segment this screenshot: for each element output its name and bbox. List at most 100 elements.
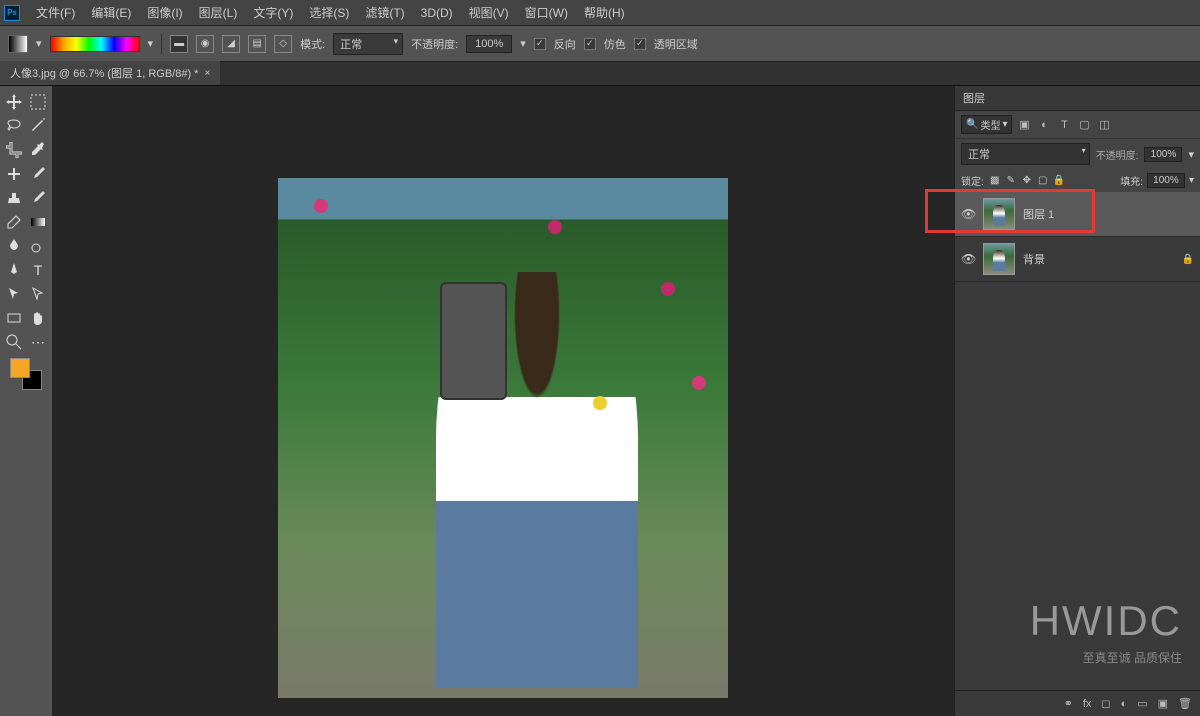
layer-thumbnail[interactable] bbox=[983, 243, 1015, 275]
chevron-down-icon[interactable]: ▾ bbox=[1189, 175, 1194, 186]
layer-opacity-input[interactable]: 100% bbox=[1144, 147, 1182, 162]
healing-brush-tool[interactable] bbox=[2, 162, 26, 186]
chevron-down-icon[interactable]: ▾ bbox=[1188, 148, 1194, 161]
gradient-tool-icon[interactable] bbox=[8, 35, 28, 53]
menu-type[interactable]: 文字(Y) bbox=[245, 4, 301, 21]
layer-thumbnail[interactable] bbox=[983, 198, 1015, 230]
edit-toolbar[interactable]: ⋯ bbox=[26, 330, 50, 354]
canvas-content bbox=[692, 376, 706, 390]
type-tool[interactable]: T bbox=[26, 258, 50, 282]
menu-window[interactable]: 窗口(W) bbox=[517, 4, 576, 21]
radial-gradient-icon[interactable]: ◉ bbox=[196, 35, 214, 53]
color-swatches[interactable] bbox=[10, 358, 42, 390]
marquee-tool[interactable] bbox=[26, 90, 50, 114]
menu-layer[interactable]: 图层(L) bbox=[191, 4, 246, 21]
dither-checkbox[interactable]: ✓ bbox=[584, 38, 596, 50]
menu-edit[interactable]: 编辑(E) bbox=[83, 4, 139, 21]
eraser-tool[interactable] bbox=[2, 210, 26, 234]
lasso-tool[interactable] bbox=[2, 114, 26, 138]
hand-tool[interactable] bbox=[26, 306, 50, 330]
lock-label: 锁定: bbox=[961, 173, 984, 188]
eyedropper-tool[interactable] bbox=[26, 138, 50, 162]
angle-gradient-icon[interactable]: ◢ bbox=[222, 35, 240, 53]
document-canvas[interactable] bbox=[278, 178, 728, 698]
lock-transparent-icon[interactable]: ▩ bbox=[988, 174, 1002, 188]
blend-mode-dropdown[interactable]: 正常 bbox=[333, 33, 403, 55]
canvas-content bbox=[661, 282, 675, 296]
add-mask-icon[interactable]: ◻ bbox=[1101, 697, 1110, 710]
opacity-input[interactable]: 100% bbox=[466, 35, 512, 53]
magic-wand-tool[interactable] bbox=[26, 114, 50, 138]
lock-artboard-icon[interactable]: ▢ bbox=[1036, 174, 1050, 188]
history-brush-tool[interactable] bbox=[26, 186, 50, 210]
transparency-label: 透明区域 bbox=[654, 36, 698, 52]
visibility-toggle[interactable]: 👁 bbox=[961, 252, 975, 266]
gradient-editor[interactable] bbox=[50, 36, 140, 52]
rectangle-tool[interactable] bbox=[2, 306, 26, 330]
direct-selection-tool[interactable] bbox=[26, 282, 50, 306]
new-adjustment-icon[interactable]: ◐ bbox=[1121, 698, 1128, 710]
foreground-color[interactable] bbox=[10, 358, 30, 378]
crop-tool[interactable] bbox=[2, 138, 26, 162]
lock-all-icon[interactable]: 🔒 bbox=[1052, 174, 1066, 188]
layer-name[interactable]: 图层 1 bbox=[1023, 206, 1194, 222]
menu-file[interactable]: 文件(F) bbox=[28, 4, 83, 21]
blur-tool[interactable] bbox=[2, 234, 26, 258]
clone-stamp-tool[interactable] bbox=[2, 186, 26, 210]
layers-panel-tab[interactable]: 图层 bbox=[955, 86, 1200, 111]
gradient-tool[interactable] bbox=[26, 210, 50, 234]
menu-help[interactable]: 帮助(H) bbox=[576, 4, 633, 21]
pen-tool[interactable] bbox=[2, 258, 26, 282]
layer-item[interactable]: 👁 图层 1 bbox=[955, 192, 1200, 237]
search-icon: 🔍 bbox=[966, 119, 978, 130]
menu-select[interactable]: 选择(S) bbox=[301, 4, 357, 21]
filter-type-icon[interactable]: T bbox=[1056, 117, 1072, 133]
filter-shape-icon[interactable]: ▢ bbox=[1076, 117, 1092, 133]
reverse-checkbox[interactable]: ✓ bbox=[534, 38, 546, 50]
chevron-down-icon[interactable]: ▾ bbox=[148, 37, 154, 50]
filter-adjust-icon[interactable]: ◐ bbox=[1036, 117, 1052, 133]
reflected-gradient-icon[interactable]: ▤ bbox=[248, 35, 266, 53]
mode-label: 模式: bbox=[300, 36, 325, 52]
menu-bar: Ps 文件(F) 编辑(E) 图像(I) 图层(L) 文字(Y) 选择(S) 滤… bbox=[0, 0, 1200, 26]
lock-pixels-icon[interactable]: ✎ bbox=[1004, 174, 1018, 188]
layer-blend-mode-dropdown[interactable]: 正常 bbox=[961, 143, 1090, 165]
new-layer-icon[interactable]: ▣ bbox=[1158, 697, 1168, 710]
fill-input[interactable]: 100% bbox=[1147, 173, 1185, 188]
document-tab[interactable]: 人像3.jpg @ 66.7% (图层 1, RGB/8#) * × bbox=[0, 60, 220, 85]
transparency-checkbox[interactable]: ✓ bbox=[634, 38, 646, 50]
layer-opacity-label: 不透明度: bbox=[1096, 147, 1139, 162]
menu-image[interactable]: 图像(I) bbox=[139, 4, 190, 21]
app-icon: Ps bbox=[4, 5, 20, 21]
canvas-content bbox=[593, 396, 607, 410]
opacity-label: 不透明度: bbox=[411, 36, 458, 52]
chevron-down-icon[interactable]: ▾ bbox=[520, 37, 526, 50]
filter-smart-icon[interactable]: ◫ bbox=[1096, 117, 1112, 133]
path-selection-tool[interactable] bbox=[2, 282, 26, 306]
dither-label: 仿色 bbox=[604, 36, 626, 52]
linear-gradient-icon[interactable]: ▬ bbox=[170, 35, 188, 53]
menu-3d[interactable]: 3D(D) bbox=[413, 6, 461, 20]
new-group-icon[interactable]: ▭ bbox=[1137, 697, 1147, 710]
canvas-area[interactable] bbox=[52, 86, 954, 716]
close-icon[interactable]: × bbox=[204, 68, 210, 79]
layer-fx-icon[interactable]: fx bbox=[1083, 698, 1092, 710]
filter-pixel-icon[interactable]: ▣ bbox=[1016, 117, 1032, 133]
visibility-toggle[interactable]: 👁 bbox=[961, 207, 975, 221]
layer-item[interactable]: 👁 背景 🔒 bbox=[955, 237, 1200, 282]
menu-filter[interactable]: 滤镜(T) bbox=[357, 4, 412, 21]
menu-view[interactable]: 视图(V) bbox=[461, 4, 517, 21]
move-tool[interactable] bbox=[2, 90, 26, 114]
diamond-gradient-icon[interactable]: ◇ bbox=[274, 35, 292, 53]
chevron-down-icon[interactable]: ▾ bbox=[36, 37, 42, 50]
zoom-tool[interactable] bbox=[2, 330, 26, 354]
canvas-content bbox=[314, 199, 328, 213]
layer-name[interactable]: 背景 bbox=[1023, 251, 1174, 267]
layer-search-type[interactable]: 🔍 类型 ▾ bbox=[961, 115, 1012, 134]
brush-tool[interactable] bbox=[26, 162, 50, 186]
options-bar: ▾ ▾ ▬ ◉ ◢ ▤ ◇ 模式: 正常 不透明度: 100% ▾ ✓ 反向 ✓… bbox=[0, 26, 1200, 62]
link-layers-icon[interactable]: ⚭ bbox=[1064, 697, 1073, 710]
dodge-tool[interactable] bbox=[26, 234, 50, 258]
delete-layer-icon[interactable]: 🗑 bbox=[1178, 697, 1192, 710]
lock-position-icon[interactable]: ✥ bbox=[1020, 174, 1034, 188]
